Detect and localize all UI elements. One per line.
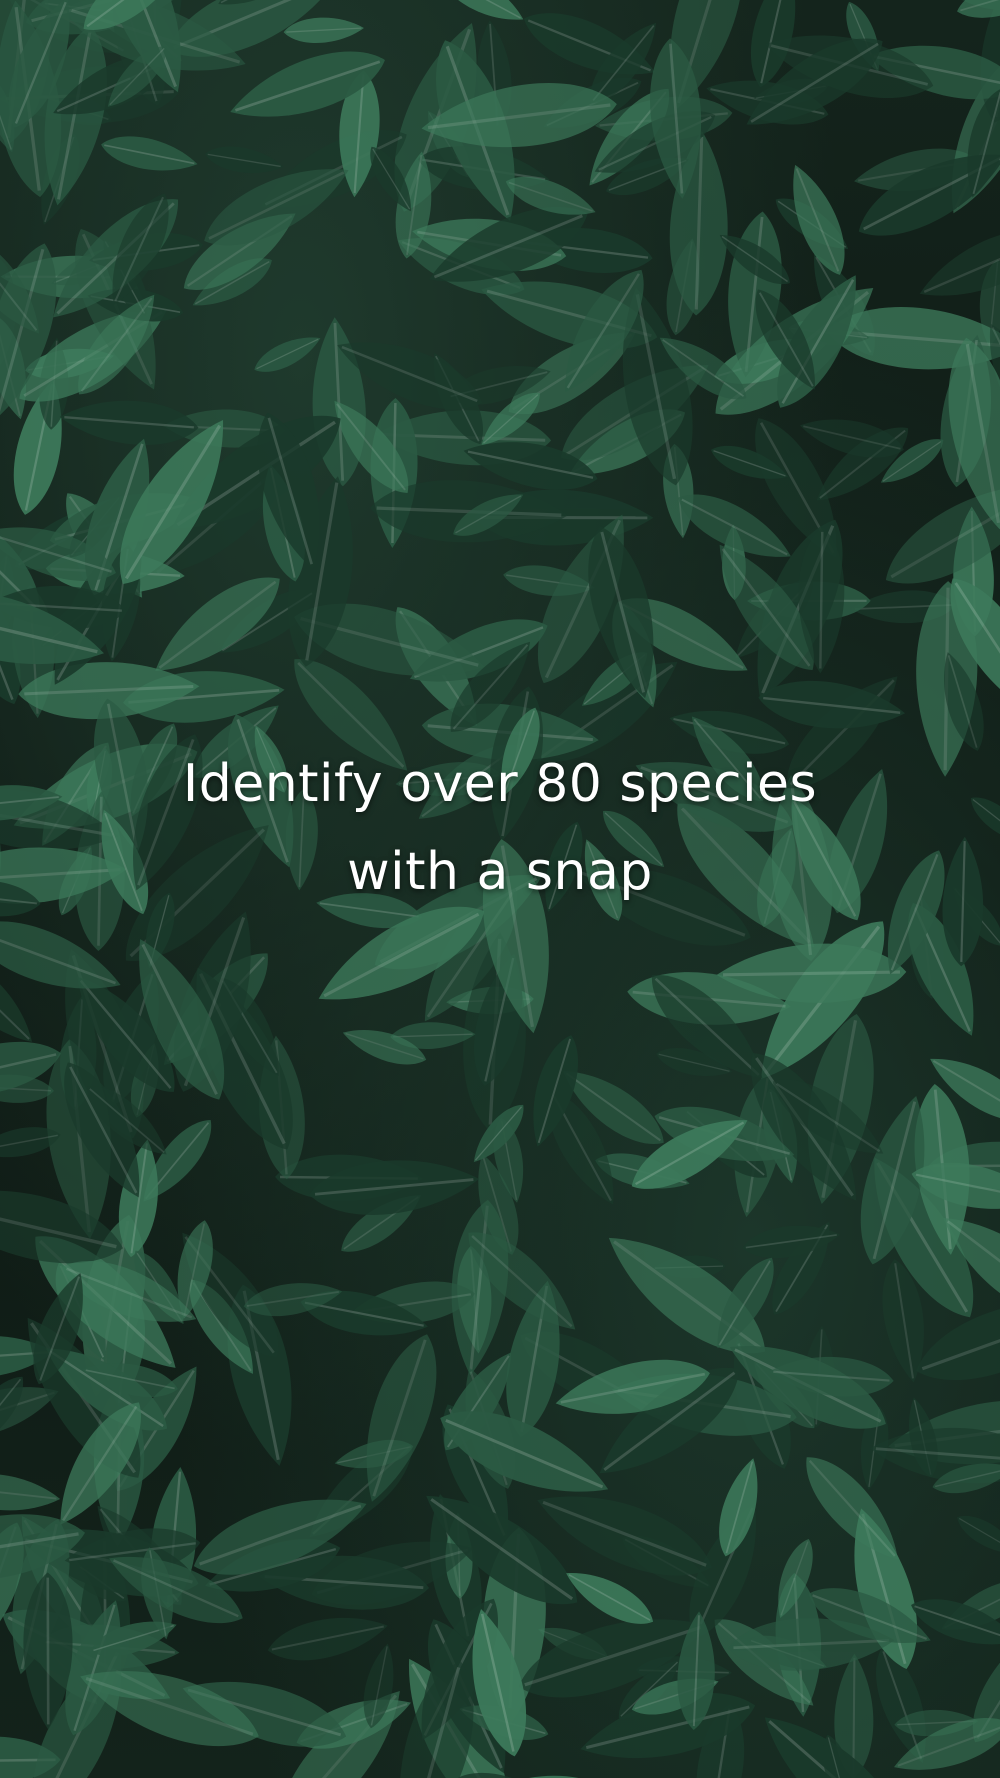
leaf-shape [553, 0, 656, 9]
leaf-shape [97, 128, 202, 181]
leaf-shape [0, 1468, 64, 1518]
leaf-shape [202, 141, 286, 180]
leaf-shape [56, 393, 202, 451]
headline-line-1: Identify over 80 species [182, 754, 818, 814]
headline: Identify over 80 species with a snap [0, 740, 1000, 916]
leaf-shape [248, 327, 326, 381]
onboarding-screen: Identify over 80 species with a snap [0, 0, 1000, 1778]
headline-line-2: with a snap [347, 842, 653, 902]
leaf-shape [431, 0, 532, 34]
leaf-shape [262, 1605, 393, 1671]
leaf-shape [950, 1506, 1000, 1564]
